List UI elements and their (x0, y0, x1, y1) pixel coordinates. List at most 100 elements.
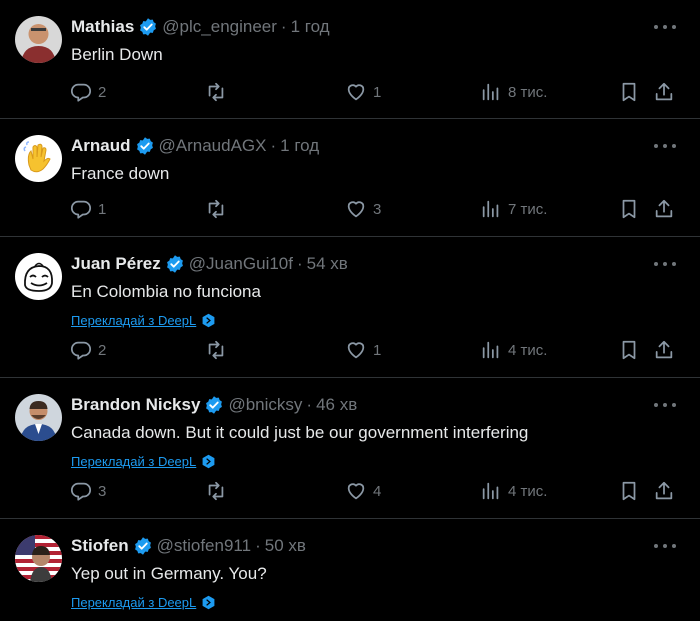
author-name[interactable]: Juan Pérez (71, 254, 161, 274)
avatar[interactable] (15, 16, 62, 63)
share-button[interactable] (653, 480, 675, 502)
like-button[interactable]: 4 (345, 480, 381, 502)
post-time[interactable]: 1 год (291, 17, 330, 37)
retweet-button[interactable] (205, 480, 233, 502)
author-handle[interactable]: @bnicksy (228, 395, 302, 415)
reply-button[interactable]: 3 (70, 480, 106, 502)
more-options-icon[interactable] (654, 257, 676, 271)
author-name[interactable]: Brandon Nicksy (71, 395, 200, 415)
retweet-button[interactable] (205, 198, 233, 220)
share-button[interactable] (653, 81, 675, 103)
heart-icon (347, 483, 365, 500)
avatar[interactable] (15, 394, 62, 441)
reply-icon (70, 200, 92, 219)
verified-badge-icon (136, 137, 153, 155)
retweet-button[interactable] (205, 81, 233, 103)
bookmark-icon (622, 340, 636, 360)
translate-label: Перекладай з DeepL (71, 454, 197, 469)
avatar[interactable] (15, 135, 62, 182)
separator: · (255, 536, 261, 555)
share-button[interactable] (653, 198, 675, 220)
more-options-icon[interactable] (654, 20, 676, 34)
post-header: Juan Pérez @JuanGui10f · 54 хв (71, 253, 348, 275)
views-count: 7 тис. (508, 200, 548, 218)
author-handle[interactable]: @ArnaudAGX (159, 136, 267, 156)
views-chart-icon (482, 83, 499, 101)
author-name[interactable]: Arnaud (71, 136, 131, 156)
heart-icon (347, 342, 365, 359)
post[interactable]: Stiofen @stiofen911 · 50 хв Yep out in G… (0, 519, 700, 621)
translate-link[interactable]: Перекладай з DeepL (71, 313, 216, 328)
post-actions: 3 4 4 тис. (70, 480, 682, 504)
like-count: 4 (373, 482, 382, 500)
bookmark-button[interactable] (618, 198, 640, 220)
more-options-icon[interactable] (654, 398, 676, 412)
post-time[interactable]: 54 хв (307, 254, 348, 274)
post[interactable]: Arnaud @ArnaudAGX · 1 год France down 1 … (0, 119, 700, 237)
reply-button[interactable]: 2 (70, 339, 106, 361)
bookmark-button[interactable] (618, 81, 640, 103)
more-options-icon[interactable] (654, 139, 676, 153)
views-button[interactable]: 8 тис. (480, 81, 547, 103)
reply-count: 2 (98, 341, 107, 359)
post-header: Arnaud @ArnaudAGX · 1 год (71, 135, 319, 157)
bookmark-button[interactable] (618, 480, 640, 502)
post-text: Canada down. But it could just be our go… (71, 423, 529, 442)
reply-button[interactable]: 1 (70, 198, 106, 220)
reply-count: 1 (98, 200, 107, 218)
avatar[interactable] (15, 535, 62, 582)
bookmark-button[interactable] (618, 339, 640, 361)
post-time[interactable]: 50 хв (265, 536, 306, 556)
like-button[interactable]: 3 (345, 198, 381, 220)
heart-icon (347, 201, 365, 218)
author-name[interactable]: Stiofen (71, 536, 129, 556)
bookmark-icon (622, 481, 636, 501)
retweet-icon (208, 481, 224, 501)
verified-badge-icon (140, 18, 157, 36)
avatar[interactable] (15, 253, 62, 300)
share-icon (655, 199, 673, 218)
verified-badge-icon (166, 255, 183, 273)
timeline-feed: Mathias @plc_engineer · 1 год Berlin Dow… (0, 0, 700, 621)
post-text: Yep out in Germany. You? (71, 564, 267, 583)
translate-link[interactable]: Перекладай з DeepL (71, 454, 216, 469)
translate-label: Перекладай з DeepL (71, 595, 197, 610)
author-name[interactable]: Mathias (71, 17, 134, 37)
post[interactable]: Mathias @plc_engineer · 1 год Berlin Dow… (0, 0, 700, 119)
retweet-icon (208, 340, 224, 360)
post[interactable]: Brandon Nicksy @bnicksy · 46 хв Canada d… (0, 378, 700, 519)
retweet-button[interactable] (205, 339, 233, 361)
author-handle[interactable]: @JuanGui10f (189, 254, 293, 274)
more-options-icon[interactable] (654, 539, 676, 553)
share-button[interactable] (653, 339, 675, 361)
post-time[interactable]: 1 год (280, 136, 319, 156)
author-handle[interactable]: @stiofen911 (157, 536, 251, 556)
deepl-icon (202, 454, 215, 469)
reply-count: 2 (98, 83, 107, 101)
separator: · (280, 17, 287, 36)
post-actions: 2 1 8 тис. (70, 81, 682, 105)
reply-button[interactable]: 2 (70, 81, 106, 103)
verified-badge-icon (134, 537, 151, 555)
post-text: Berlin Down (71, 45, 163, 64)
verified-badge-icon (206, 396, 223, 414)
like-button[interactable]: 1 (345, 339, 381, 361)
post[interactable]: Juan Pérez @JuanGui10f · 54 хв En Colomb… (0, 237, 700, 378)
views-button[interactable]: 7 тис. (480, 198, 547, 220)
share-icon (655, 481, 673, 500)
reply-icon (70, 341, 92, 360)
like-button[interactable]: 1 (345, 81, 381, 103)
translate-link[interactable]: Перекладай з DeepL (71, 595, 216, 610)
views-chart-icon (482, 341, 499, 359)
post-actions: 1 3 7 тис. (70, 198, 682, 222)
reply-icon (70, 83, 92, 102)
separator: · (296, 254, 303, 273)
heart-icon (347, 84, 365, 101)
views-button[interactable]: 4 тис. (480, 480, 547, 502)
reply-count: 3 (98, 482, 107, 500)
retweet-icon (208, 82, 224, 102)
post-time[interactable]: 46 хв (316, 395, 357, 415)
views-button[interactable]: 4 тис. (480, 339, 547, 361)
author-handle[interactable]: @plc_engineer (162, 17, 277, 37)
post-text: En Colombia no funciona (71, 282, 261, 301)
